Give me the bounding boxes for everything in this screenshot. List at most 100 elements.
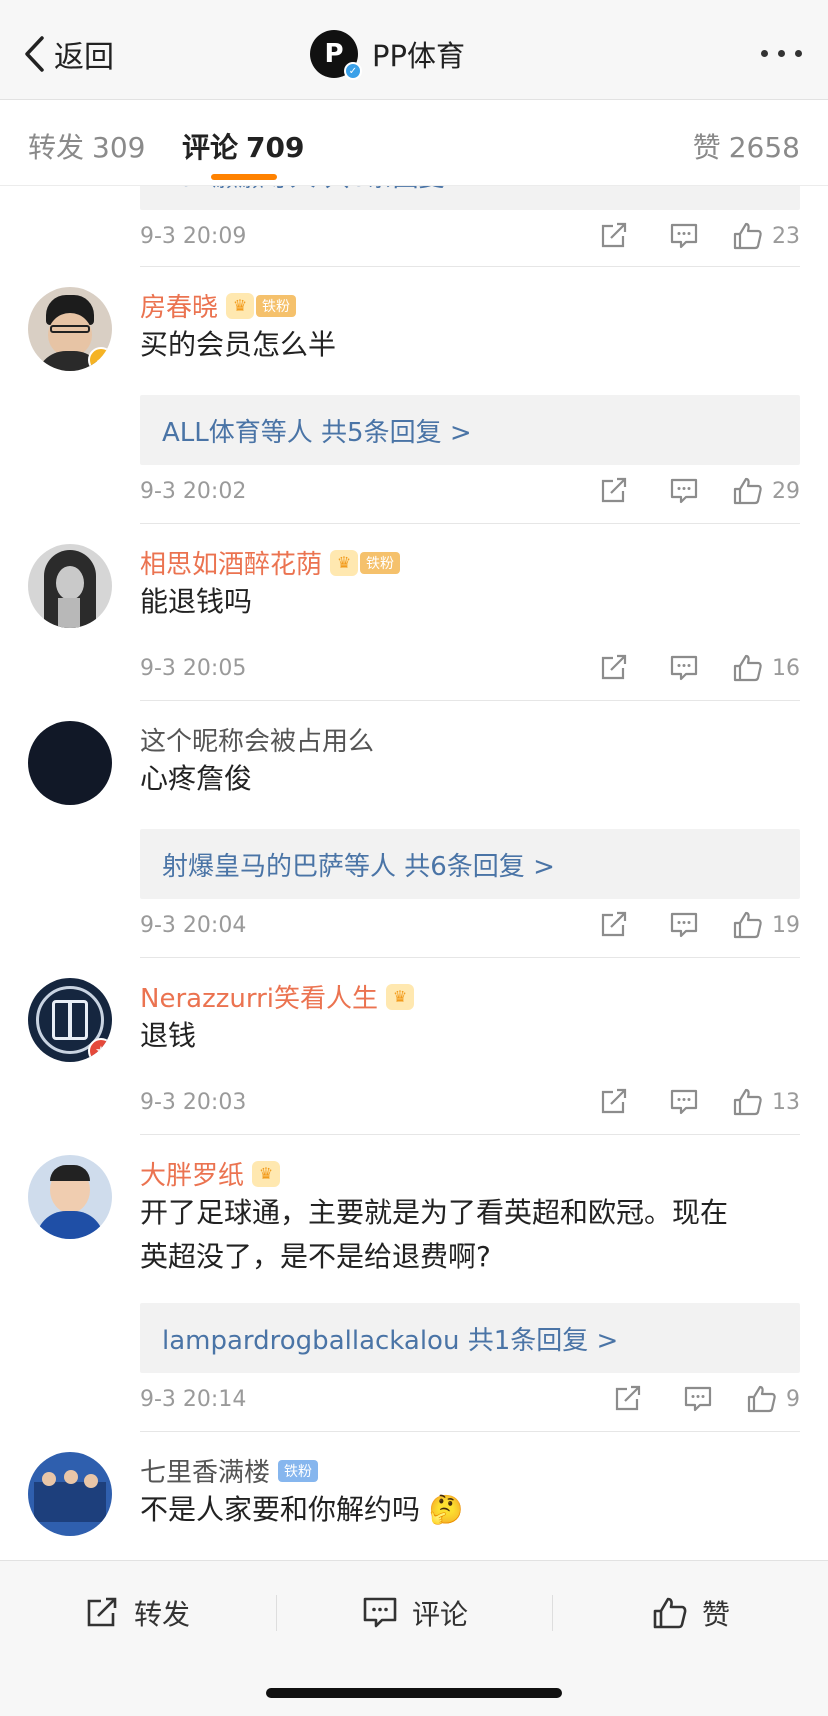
back-label: 返回 <box>54 40 114 75</box>
comment-username[interactable]: 房春晓 ♛ 铁粉 <box>140 287 297 324</box>
thumbs-up-icon <box>733 911 762 939</box>
thumbs-up-icon <box>747 1385 776 1413</box>
like-button[interactable]: 赞 <box>652 1591 730 1635</box>
comment-time: 9-3 20:03 <box>140 1089 247 1115</box>
avatar[interactable] <box>28 721 112 805</box>
username-text: 这个昵称会被占用么 <box>140 727 375 757</box>
home-indicator <box>266 1688 562 1698</box>
tab-comment[interactable]: 评论 709 <box>182 126 304 166</box>
thumbs-up-icon <box>733 477 762 505</box>
like-label: 赞 <box>702 1598 731 1631</box>
crown-icon: ♛ <box>226 292 255 319</box>
like-count: 29 <box>772 478 800 504</box>
comment-icon[interactable] <box>666 652 702 684</box>
divider <box>552 1595 553 1631</box>
comment-username[interactable]: 大胖罗纸 ♛ <box>140 1155 281 1192</box>
divider <box>140 523 800 524</box>
comment-text-line: 英超没了，是不是给退费啊? <box>140 1240 491 1273</box>
divider <box>276 1595 277 1631</box>
username-text: Nerazzurri笑看人生 <box>140 984 378 1014</box>
like-count: 19 <box>772 912 800 938</box>
like-count: 23 <box>772 223 800 249</box>
account-header[interactable]: P ✓ PP体育 <box>310 30 465 80</box>
repost-button[interactable]: 转发 <box>84 1591 190 1635</box>
reply-summary[interactable]: tian灏灏等人 共6条回复 > <box>140 186 800 210</box>
avatar[interactable] <box>28 1155 112 1239</box>
avatar[interactable] <box>28 1452 112 1536</box>
verified-icon: ✓ <box>344 62 362 80</box>
comment-text: 开了足球通，主要就是为了看英超和欧冠。现在 英超没了，是不是给退费啊? <box>140 1191 800 1279</box>
comment-text-line: 开了足球通，主要就是为了看英超和欧冠。现在 <box>140 1196 729 1229</box>
like-button[interactable]: 16 <box>732 653 800 683</box>
comment-label: 评论 <box>412 1598 469 1631</box>
comment-time: 9-3 20:02 <box>140 478 247 504</box>
divider <box>140 700 800 701</box>
comment-text: 买的会员怎么半 <box>140 328 337 361</box>
comment-button[interactable]: 评论 <box>362 1591 468 1635</box>
avatar[interactable] <box>28 544 112 628</box>
comment-text: 退钱 <box>140 1019 197 1052</box>
like-count: 9 <box>786 1386 800 1412</box>
tab-like-label: 赞 <box>692 131 721 164</box>
thumbs-up-icon <box>733 654 762 682</box>
reply-summary[interactable]: lampardrogballackalou 共1条回复 > <box>140 1303 800 1373</box>
like-button[interactable]: 9 <box>746 1384 800 1414</box>
share-icon[interactable] <box>596 475 632 507</box>
comment-icon <box>363 1597 397 1628</box>
tab-like-count: 2658 <box>728 131 800 164</box>
reply-summary[interactable]: 射爆皇马的巴萨等人 共6条回复 > <box>140 829 800 899</box>
username-text: 相思如酒醉花荫 <box>140 550 323 580</box>
like-button[interactable]: 13 <box>732 1087 800 1117</box>
fan-badge: 铁粉 <box>256 294 297 317</box>
fan-badge: 铁粉 <box>360 551 401 574</box>
comment-time: 9-3 20:05 <box>140 655 247 681</box>
comment-icon[interactable] <box>680 1383 716 1415</box>
comment-username[interactable]: 相思如酒醉花荫 ♛ 铁粉 <box>140 544 401 581</box>
tab-repost-label: 转发 <box>28 131 85 164</box>
more-options-icon[interactable] <box>761 50 802 57</box>
avatar[interactable]: ★ <box>28 978 112 1062</box>
comment-time: 9-3 20:04 <box>140 912 247 938</box>
share-icon[interactable] <box>610 1383 646 1415</box>
tab-like[interactable]: 赞 2658 <box>693 126 800 166</box>
divider <box>140 1134 800 1135</box>
active-tab-indicator <box>211 174 277 180</box>
comment-list[interactable]: tian灏灏等人 共6条回复 > 9-3 20:09 23 ✓ 房春晓♛铁粉 买… <box>0 186 828 1560</box>
avatar[interactable]: ✓ <box>28 287 112 371</box>
nav-bar: 返回 P ✓ PP体育 <box>0 0 828 100</box>
comment-icon[interactable] <box>666 1086 702 1118</box>
back-button[interactable]: 返回 <box>22 34 114 75</box>
comment-username[interactable]: 七里香满楼 铁粉 <box>140 1452 319 1489</box>
comment-meta: 9-3 20:03 13 <box>140 1084 800 1120</box>
tab-comment-count: 709 <box>246 131 305 164</box>
divider <box>140 957 800 958</box>
share-icon[interactable] <box>596 909 632 941</box>
comment-username[interactable]: Nerazzurri笑看人生 ♛ <box>140 978 414 1015</box>
share-icon[interactable] <box>596 220 632 252</box>
like-count: 16 <box>772 655 800 681</box>
comment-icon[interactable] <box>666 909 702 941</box>
share-icon[interactable] <box>596 1086 632 1118</box>
username-text: 房春晓 <box>140 293 219 323</box>
crown-icon: ♛ <box>386 983 414 1010</box>
comment-time: 9-3 20:14 <box>140 1386 247 1412</box>
share-icon[interactable] <box>596 652 632 684</box>
reply-summary[interactable]: ALL体育等人 共5条回复 > <box>140 395 800 465</box>
chevron-left-icon <box>25 36 44 72</box>
comment-meta: 9-3 20:09 23 <box>140 218 800 254</box>
like-button[interactable]: 29 <box>732 476 800 506</box>
comment-time: 9-3 20:09 <box>140 223 247 249</box>
like-count: 13 <box>772 1089 800 1115</box>
comment-icon[interactable] <box>666 475 702 507</box>
tab-repost[interactable]: 转发 309 <box>28 126 145 166</box>
tab-repost-count: 309 <box>92 131 146 164</box>
comment-icon[interactable] <box>666 220 702 252</box>
comment-username[interactable]: 这个昵称会被占用么 <box>140 721 374 758</box>
divider <box>140 266 800 267</box>
fan-badge: 铁粉 <box>278 1459 319 1482</box>
like-button[interactable]: 19 <box>732 910 800 940</box>
like-button[interactable]: 23 <box>732 221 800 251</box>
crown-icon: ♛ <box>252 1160 281 1187</box>
thumbs-up-icon <box>733 1088 762 1116</box>
crown-icon: ♛ <box>330 549 359 576</box>
